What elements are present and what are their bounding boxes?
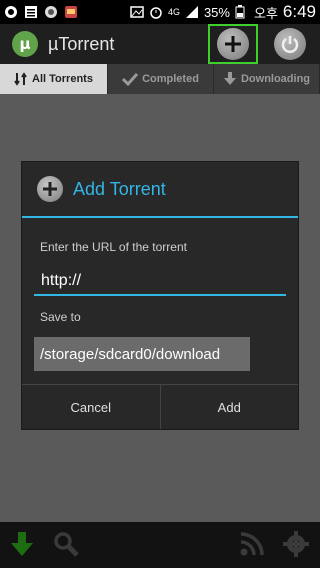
utorrent-logo-icon: µ xyxy=(12,31,38,57)
plus-icon xyxy=(217,28,249,60)
download-icon xyxy=(11,532,33,556)
power-icon xyxy=(281,36,299,53)
network-type: 4G xyxy=(167,7,180,17)
add-button[interactable]: Add xyxy=(159,385,299,429)
app-notification-icon xyxy=(64,5,78,19)
rss-icon xyxy=(240,532,264,556)
tab-label: Completed xyxy=(142,73,199,85)
url-label: Enter the URL of the torrent xyxy=(40,240,187,254)
tab-all-torrents[interactable]: All Torrents xyxy=(0,64,108,94)
tab-label: All Torrents xyxy=(32,73,93,85)
battery-icon xyxy=(235,5,249,19)
plus-icon xyxy=(37,176,63,202)
alarm-icon xyxy=(149,5,163,19)
dialog-title: Add Torrent xyxy=(73,178,166,199)
save-to-label: Save to xyxy=(40,310,81,324)
sort-icon xyxy=(14,72,27,86)
rss-button[interactable] xyxy=(238,530,266,562)
search-button[interactable] xyxy=(52,530,80,562)
circle-notification-icon xyxy=(44,5,58,19)
check-icon xyxy=(122,72,139,86)
filter-tabs: All Torrents Completed Downloading xyxy=(0,64,320,94)
photo-icon xyxy=(130,5,144,19)
add-torrent-dialog: Add Torrent Enter the URL of the torrent… xyxy=(22,162,298,429)
tab-downloading[interactable]: Downloading xyxy=(214,64,320,94)
settings-button[interactable] xyxy=(282,530,310,562)
signal-icon xyxy=(185,5,199,19)
utorrent-notification-icon xyxy=(4,5,18,19)
add-torrent-button[interactable] xyxy=(208,24,258,64)
bottom-toolbar xyxy=(0,522,320,568)
app-title: µTorrent xyxy=(48,33,115,54)
tab-completed[interactable]: Completed xyxy=(108,64,214,94)
download-button[interactable] xyxy=(8,530,36,562)
search-icon xyxy=(54,532,79,557)
torrent-url-input[interactable] xyxy=(34,268,286,296)
status-bar: 4G 35% 오후 6:49 xyxy=(0,0,320,24)
clock: 6:49 xyxy=(282,2,316,21)
list-notification-icon xyxy=(24,5,38,19)
action-bar: µ µTorrent xyxy=(0,24,320,64)
tab-label: Downloading xyxy=(240,73,311,85)
cancel-button[interactable]: Cancel xyxy=(22,385,160,429)
dialog-header: Add Torrent xyxy=(22,162,298,218)
dialog-buttons: Cancel Add xyxy=(22,384,298,429)
download-arrow-icon xyxy=(223,72,236,85)
settings-icon xyxy=(283,531,309,557)
time-ampm: 오후 xyxy=(253,5,278,21)
battery-percent: 35% xyxy=(203,4,230,20)
power-button[interactable] xyxy=(274,28,306,60)
save-path-field[interactable]: /storage/sdcard0/download xyxy=(34,337,250,371)
